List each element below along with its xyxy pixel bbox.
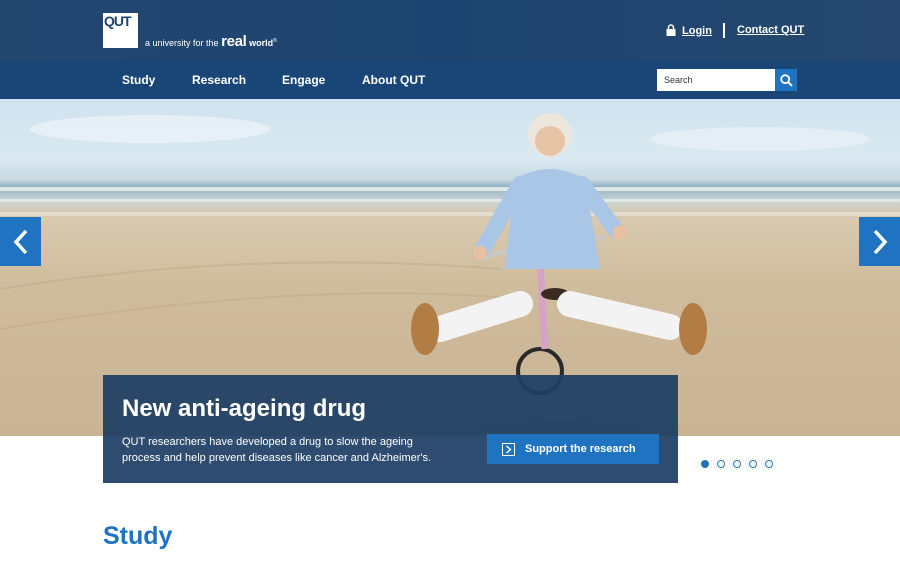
carousel-pagination: [701, 460, 773, 468]
contact-link[interactable]: Contact QUT: [737, 24, 804, 36]
carousel-next-button[interactable]: [859, 217, 900, 266]
carousel-dot[interactable]: [749, 460, 757, 468]
search-input[interactable]: [657, 69, 775, 91]
carousel-dot[interactable]: [701, 460, 709, 468]
search-icon: [779, 73, 793, 87]
login-link[interactable]: Login: [666, 24, 712, 37]
tagline-world: world: [249, 38, 274, 48]
tagline-real: real: [221, 33, 247, 50]
search-button[interactable]: [775, 69, 797, 91]
chevron-right-icon: [873, 229, 887, 254]
nav-item-engage[interactable]: Engage: [282, 73, 325, 87]
cta-label: Support the research: [525, 443, 636, 455]
lock-icon: [666, 24, 676, 36]
nav-item-research[interactable]: Research: [192, 73, 246, 87]
carousel-dot[interactable]: [717, 460, 725, 468]
utility-divider: [723, 23, 725, 38]
section-title: Study: [103, 522, 173, 550]
site-header: QUT a university for the real world® Log…: [0, 0, 900, 61]
hero-caption: New anti-ageing drug QUT researchers hav…: [103, 375, 678, 483]
carousel-dot[interactable]: [765, 460, 773, 468]
hero-title: New anti-ageing drug: [122, 395, 367, 422]
nav-item-study[interactable]: Study: [122, 73, 155, 87]
carousel-dot[interactable]: [733, 460, 741, 468]
hero-description: QUT researchers have developed a drug to…: [122, 436, 432, 464]
tagline-prefix: a university for the: [145, 38, 219, 48]
tagline: a university for the real world®: [145, 33, 277, 50]
registered-mark: ®: [273, 38, 277, 44]
login-label: Login: [682, 25, 712, 37]
chevron-box-icon: [502, 442, 515, 456]
chevron-left-icon: [13, 229, 27, 254]
nav-item-about[interactable]: About QUT: [362, 73, 425, 87]
carousel-prev-button[interactable]: [0, 217, 41, 266]
qut-logo[interactable]: QUT: [103, 13, 138, 48]
support-research-button[interactable]: Support the research: [487, 434, 659, 464]
